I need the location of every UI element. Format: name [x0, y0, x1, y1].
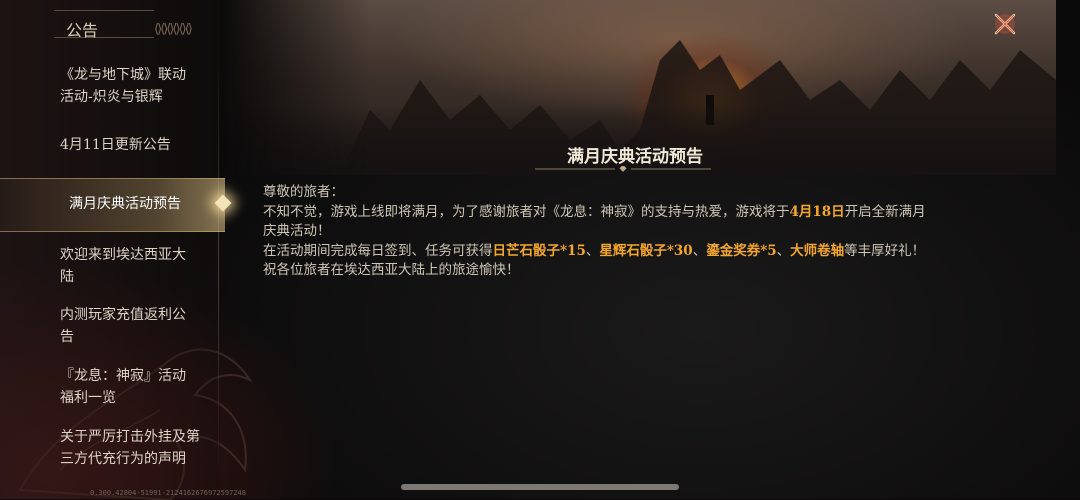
text-span: 在活动期间完成每日签到、任务可获得	[263, 242, 493, 259]
paragraph-2: 在活动期间完成每日签到、任务可获得日芒石骰子*15、星辉石骰子*30、鎏金奖券*…	[263, 242, 1003, 262]
nav-item-label-line2: 活动-炽炎与银辉	[60, 89, 163, 105]
nav-item-event-benefits[interactable]: 『龙息：神寂』活动 福利一览	[60, 365, 210, 409]
text-span: 不知不觉，游戏上线即将满月，为了感谢旅者对《龙息：神寂》的支持与热爱，游戏将于	[263, 203, 790, 220]
nav-item-label-line1: 『龙息：神寂』活动	[60, 368, 186, 384]
page-title: 公告	[66, 21, 99, 40]
reward-1: 日芒石骰子*15	[492, 242, 586, 259]
separator: 、	[585, 242, 600, 259]
article-title: 满月庆典活动预告	[567, 147, 703, 167]
paragraph-1-cont: 庆典活动！	[263, 223, 331, 239]
nav-item-full-moon-event[interactable]: 满月庆典活动预告	[0, 178, 232, 232]
nav-item-label-line1: 欢迎来到埃达西亚大	[60, 247, 186, 263]
text-span: 开启全新满月	[844, 203, 926, 220]
header-ornament: ⟨⟩⟨⟩⟨⟩⟨⟩⟨⟩⟨⟩	[154, 22, 193, 37]
article-body: 尊敬的旅者： 不知不觉，游戏上线即将满月，为了感谢旅者对《龙息：神寂》的支持与热…	[263, 183, 1003, 281]
nav-item-label-line1: 满月庆典活动预告	[69, 196, 181, 212]
reward-4: 大师卷轴	[790, 242, 845, 259]
title-ornament	[535, 166, 711, 172]
separator: 、	[692, 242, 707, 259]
separator: 、	[776, 242, 791, 259]
nav-item-label-line2: 三方代充行为的声明	[60, 451, 186, 467]
nav-item-welcome[interactable]: 欢迎来到埃达西亚大 陆	[60, 244, 210, 288]
text-span: 等丰厚好礼！	[844, 242, 926, 259]
nav-item-label-line1: 关于严厉打击外挂及第	[60, 429, 200, 445]
close-button[interactable]	[990, 9, 1020, 39]
reward-3: 鎏金奖券*5	[706, 242, 777, 259]
sidebar-divider	[218, 50, 219, 480]
nav-item-label-line1: 《龙与地下城》联动	[60, 67, 186, 83]
highlight-date: 4月18日	[789, 203, 845, 220]
nav-item-label-line2: 福利一览	[60, 390, 116, 406]
home-indicator[interactable]	[401, 484, 679, 490]
nav-item-label-line1: 内测玩家充值返利公	[60, 307, 186, 323]
nav-item-label-line2: 陆	[60, 269, 74, 285]
close-x-icon	[994, 13, 1016, 35]
paragraph-3: 祝各位旅者在埃达西亚大陆上的旅途愉快！	[263, 262, 520, 278]
nav-item-recharge-rebate[interactable]: 内测玩家充值返利公 告	[60, 304, 210, 348]
version-string: 0.300.42804-51991-2124162676972597248	[90, 489, 246, 497]
nav-item-dnd-collab[interactable]: 《龙与地下城》联动 活动-炽炎与银辉	[60, 64, 210, 108]
nav-item-label-line2: 告	[60, 329, 74, 345]
reward-2: 星辉石骰子*30	[599, 242, 693, 259]
paragraph-1: 不知不觉，游戏上线即将满月，为了感谢旅者对《龙息：神寂》的支持与热爱，游戏将于4…	[263, 203, 1003, 223]
greeting: 尊敬的旅者：	[263, 184, 344, 200]
nav-item-anti-cheat[interactable]: 关于严厉打击外挂及第 三方代充行为的声明	[60, 426, 210, 470]
